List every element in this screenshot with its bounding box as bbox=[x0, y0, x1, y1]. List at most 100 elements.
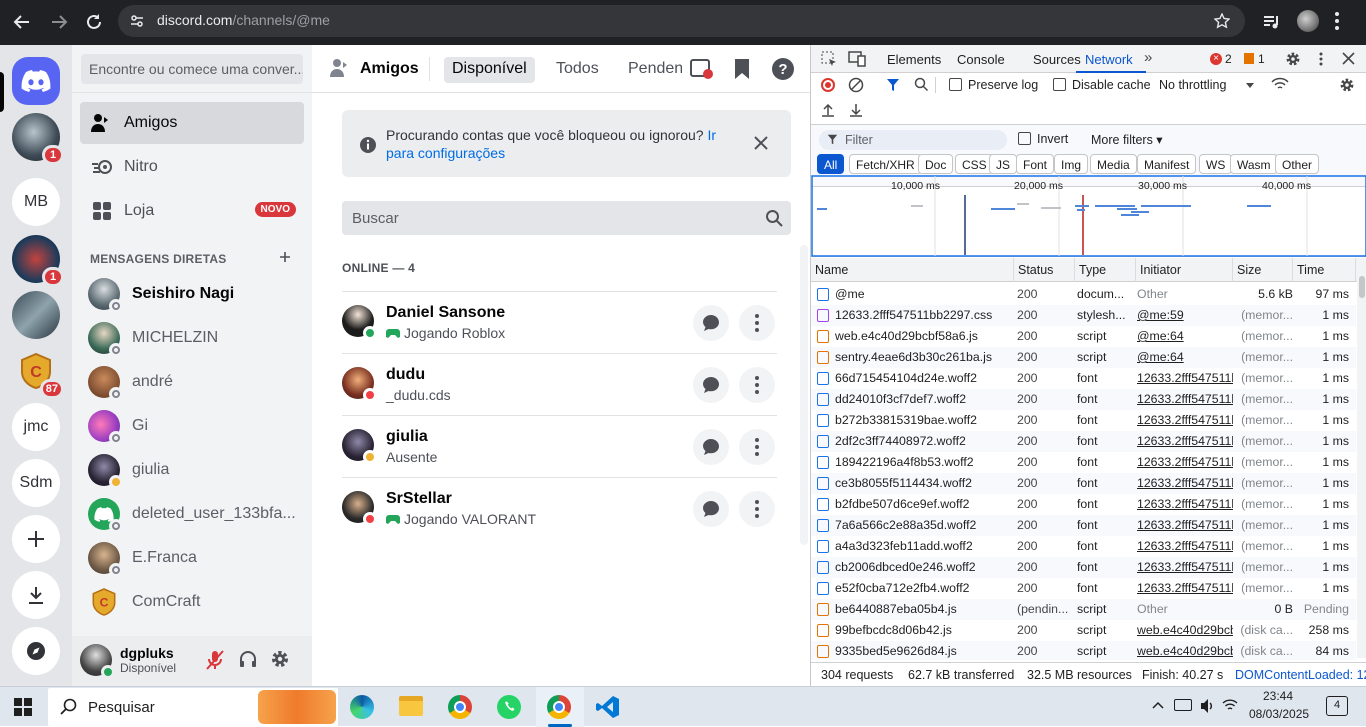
network-settings-icon[interactable] bbox=[1339, 77, 1355, 93]
request-initiator[interactable]: @me:59 bbox=[1137, 308, 1233, 322]
server-icon-mb[interactable]: MB bbox=[12, 178, 60, 226]
more-options-button[interactable] bbox=[739, 305, 775, 341]
dm-item[interactable]: Gi bbox=[80, 405, 304, 447]
add-server-button[interactable] bbox=[12, 515, 60, 563]
dm-item[interactable]: C ComCraft bbox=[80, 581, 304, 623]
dm-item[interactable]: E.Franca bbox=[80, 537, 304, 579]
chip-wasm[interactable]: Wasm bbox=[1230, 154, 1278, 174]
create-dm-icon[interactable] bbox=[279, 251, 291, 263]
chip-doc[interactable]: Doc bbox=[918, 154, 954, 174]
friend-row[interactable]: Daniel Sansone Jogando Roblox bbox=[342, 291, 777, 353]
windows-start-icon[interactable] bbox=[14, 698, 32, 716]
request-row[interactable]: ce3b8055f5114434.woff2 200 font 12633.2fff5… bbox=[811, 473, 1356, 494]
browser-menu-icon[interactable] bbox=[1334, 11, 1340, 31]
server-icon-jmc[interactable]: jmc bbox=[12, 403, 60, 451]
export-har-icon[interactable] bbox=[849, 103, 863, 117]
request-row[interactable]: 7a6a566c2e88a35d.woff2 200 font 12633.2fff5… bbox=[811, 515, 1356, 536]
network-conditions-icon[interactable] bbox=[1271, 77, 1289, 91]
site-info-icon[interactable] bbox=[130, 14, 144, 28]
chevron-up-icon[interactable] bbox=[1152, 701, 1164, 709]
search-icon[interactable] bbox=[914, 77, 929, 92]
request-row[interactable]: web.e4c40d29bcbf58a6.js 200 script @me:64 (m… bbox=[811, 326, 1356, 347]
wifi-icon[interactable] bbox=[1222, 698, 1238, 712]
discover-button[interactable] bbox=[12, 627, 60, 675]
request-initiator[interactable]: 12633.2fff547511bb bbox=[1137, 371, 1233, 385]
throttling-select[interactable]: No throttling bbox=[1159, 78, 1226, 92]
more-options-button[interactable] bbox=[739, 367, 775, 403]
disable-cache-checkbox[interactable] bbox=[1053, 78, 1066, 91]
address-bar[interactable]: discord.com/channels/@me bbox=[118, 5, 1245, 37]
server-icon-3[interactable]: 1 bbox=[12, 235, 64, 287]
discord-home-button[interactable] bbox=[12, 57, 60, 105]
filter-icon[interactable] bbox=[886, 78, 900, 92]
friend-row[interactable]: giulia Ausente bbox=[342, 415, 777, 477]
nav-nitro[interactable]: Nitro bbox=[80, 146, 304, 188]
scrollbar-thumb[interactable] bbox=[1359, 276, 1365, 298]
request-initiator[interactable]: @me:64 bbox=[1137, 350, 1233, 364]
username[interactable]: dgpluks bbox=[120, 645, 174, 661]
battery-icon[interactable] bbox=[1174, 699, 1192, 711]
filter-input[interactable]: Filter bbox=[819, 130, 1007, 150]
tab-sources[interactable]: Sources bbox=[1033, 52, 1081, 67]
request-row[interactable]: 99befbcdc8d06b42.js 200 script web.e4c40d29… bbox=[811, 620, 1356, 641]
request-row[interactable]: a4a3d323feb11add.woff2 200 font 12633.2fff5… bbox=[811, 536, 1356, 557]
column-name[interactable]: Name bbox=[811, 258, 1014, 282]
request-row[interactable]: b2fdbe507d6ce9ef.woff2 200 font 12633.2fff5… bbox=[811, 494, 1356, 515]
chip-other[interactable]: Other bbox=[1275, 154, 1320, 174]
chip-fetch-xhr[interactable]: Fetch/XHR bbox=[849, 154, 922, 174]
import-har-icon[interactable] bbox=[821, 103, 835, 117]
back-button[interactable] bbox=[8, 8, 36, 36]
close-icon[interactable] bbox=[753, 135, 769, 151]
dm-item[interactable]: andré bbox=[80, 361, 304, 403]
request-initiator[interactable]: 12633.2fff547511bb bbox=[1137, 413, 1233, 427]
download-apps-button[interactable] bbox=[12, 571, 60, 619]
url-text[interactable]: discord.com/channels/@me bbox=[157, 12, 330, 28]
request-initiator[interactable]: 12633.2fff547511bb bbox=[1137, 476, 1233, 490]
media-control-icon[interactable] bbox=[1262, 13, 1280, 31]
dm-item[interactable]: Seishiro Nagi bbox=[80, 273, 304, 315]
chip-ws[interactable]: WS bbox=[1199, 154, 1233, 174]
nav-friends[interactable]: Amigos bbox=[80, 102, 304, 144]
request-row[interactable]: sentry.4eae6d3b30c261ba.js 200 script @me:6… bbox=[811, 347, 1356, 368]
request-initiator[interactable]: @me:64 bbox=[1137, 329, 1233, 343]
request-initiator[interactable]: 12633.2fff547511bb bbox=[1137, 581, 1233, 595]
profile-avatar[interactable] bbox=[1297, 10, 1319, 32]
inbox-icon[interactable] bbox=[733, 58, 751, 80]
devtools-menu-icon[interactable] bbox=[1319, 52, 1323, 66]
headphones-icon[interactable] bbox=[238, 649, 258, 669]
chip-manifest[interactable]: Manifest bbox=[1137, 154, 1197, 174]
more-filters-dropdown[interactable]: More filters ▾ bbox=[1091, 132, 1163, 147]
chip-font[interactable]: Font bbox=[1016, 154, 1055, 174]
clock-date[interactable]: 08/03/2025 bbox=[1249, 707, 1309, 721]
invert-checkbox[interactable] bbox=[1018, 132, 1031, 145]
chip-img[interactable]: Img bbox=[1054, 154, 1089, 174]
forward-button[interactable] bbox=[45, 8, 73, 36]
tab-online[interactable]: Disponível bbox=[444, 57, 535, 83]
clock-time[interactable]: 23:44 bbox=[1263, 689, 1293, 703]
request-initiator[interactable]: 12633.2fff547511bb bbox=[1137, 455, 1233, 469]
tab-elements[interactable]: Elements bbox=[887, 52, 941, 67]
tab-network[interactable]: Network bbox=[1085, 52, 1133, 67]
request-initiator[interactable]: 12633.2fff547511bb bbox=[1137, 392, 1233, 406]
column-time[interactable]: Time bbox=[1293, 258, 1356, 282]
devtools-settings-icon[interactable] bbox=[1285, 51, 1301, 67]
request-row[interactable]: b272b33815319bae.woff2 200 font 12633.2fff5… bbox=[811, 410, 1356, 431]
bookmark-star-icon[interactable] bbox=[1214, 13, 1230, 29]
column-size[interactable]: Size bbox=[1233, 258, 1293, 282]
server-icon-comcraft[interactable]: C 87 bbox=[12, 347, 64, 399]
record-button[interactable] bbox=[821, 78, 835, 92]
request-row[interactable]: @me 200 docum... Other 5.6 kB 97 ms bbox=[811, 284, 1356, 305]
nav-shop[interactable]: Loja NOVO bbox=[80, 190, 304, 232]
more-options-button[interactable] bbox=[739, 429, 775, 465]
scrollbar[interactable] bbox=[800, 245, 808, 545]
request-initiator[interactable]: 12633.2fff547511bb bbox=[1137, 497, 1233, 511]
chip-media[interactable]: Media bbox=[1090, 154, 1137, 174]
help-icon[interactable]: ? bbox=[771, 57, 795, 81]
vscode-icon[interactable] bbox=[596, 695, 620, 719]
tab-console[interactable]: Console bbox=[957, 52, 1005, 67]
clear-icon[interactable] bbox=[848, 77, 864, 93]
preserve-log-checkbox[interactable] bbox=[949, 78, 962, 91]
message-button[interactable] bbox=[693, 367, 729, 403]
request-initiator[interactable]: 12633.2fff547511bb bbox=[1137, 539, 1233, 553]
column-status[interactable]: Status bbox=[1014, 258, 1075, 282]
